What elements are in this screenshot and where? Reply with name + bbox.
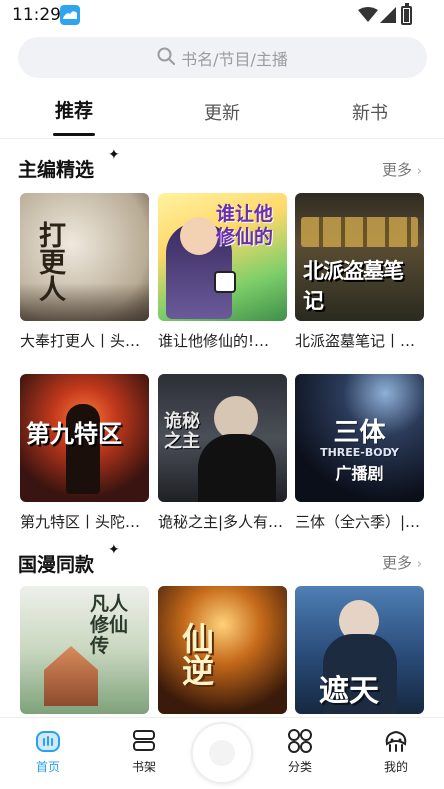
cover-title: 遮天 (319, 674, 379, 709)
home-icon (36, 731, 60, 752)
book-card[interactable]: 打更人 大奉打更人丨头… (20, 193, 150, 351)
chevron-right-icon: › (416, 164, 422, 179)
book-card[interactable]: 谁让他修仙的 谁让他修仙的!… (158, 193, 288, 351)
cover-subtitle: THREE-BODY (320, 446, 399, 459)
category-icon (288, 729, 312, 753)
book-card[interactable]: 第九特区 第九特区丨头陀… (20, 374, 150, 532)
battery-icon (401, 3, 412, 25)
book-title: 北派盗墓笔记丨… (295, 332, 416, 350)
book-cover: 遮天 (295, 586, 424, 714)
book-cover: 谁让他修仙的 (158, 193, 287, 321)
more-link-editor-picks[interactable]: 更多 › (382, 159, 422, 180)
cover-title: 打更人 (34, 221, 65, 302)
more-link-guoman[interactable]: 更多 › (382, 552, 422, 573)
nav-label: 书架 (131, 760, 156, 774)
section-title-editor-picks: 主编精选 (18, 155, 106, 182)
book-title: 三体（全六季）|… (295, 513, 421, 531)
nav-label: 首页 (35, 760, 60, 774)
book-title: 第九特区丨头陀… (20, 513, 141, 531)
status-bar: 11:29 (0, 0, 444, 32)
cover-title: 谁让他修仙的 (216, 203, 274, 248)
status-time: 11:29 (12, 5, 61, 25)
wifi-icon (358, 7, 378, 27)
tabs-divider (0, 138, 444, 139)
nav-label: 我的 (383, 760, 408, 774)
search-bar[interactable]: 书名/节目/主播 (18, 37, 427, 78)
profile-icon (385, 730, 407, 752)
cover-subtitle-2: 广播剧 (335, 464, 384, 483)
tab-active-indicator (53, 133, 95, 136)
book-title: 大奉打更人丨头… (20, 332, 141, 350)
more-label: 更多 (382, 161, 413, 179)
play-disc-icon (209, 740, 235, 766)
book-card[interactable]: 北派盗墓笔记 北派盗墓笔记丨… (295, 193, 425, 351)
book-title: 谁让他修仙的!… (158, 332, 270, 350)
search-placeholder: 书名/节目/主播 (181, 49, 288, 69)
tab-recommend[interactable]: 推荐 (55, 96, 93, 123)
more-label: 更多 (382, 554, 413, 572)
book-card[interactable]: 三体 THREE-BODY 广播剧 三体（全六季）|… (295, 374, 425, 532)
cover-title: 北派盗墓笔记 (303, 259, 404, 313)
book-cover: 打更人 (20, 193, 149, 321)
nav-profile[interactable]: 我的 (366, 728, 426, 775)
chevron-right-icon: › (416, 557, 422, 572)
book-cover: 三体 THREE-BODY 广播剧 (295, 374, 424, 502)
cover-title: 第九特区 (26, 420, 122, 448)
sparkle-icon: ✦ (108, 147, 120, 163)
cover-title: 仙逆 (177, 622, 215, 686)
book-cover: 凡人修仙传 (20, 586, 149, 714)
cover-title: 凡人修仙传 (90, 593, 129, 657)
book-card[interactable]: 遮天 (295, 586, 425, 714)
section-title-text: 国漫同款 (18, 554, 95, 576)
book-card[interactable]: 仙逆 (158, 586, 288, 714)
app-notification-icon (60, 5, 80, 25)
section-title-text: 主编精选 (18, 159, 95, 181)
book-cover: 仙逆 (158, 586, 287, 714)
signal-icon (380, 7, 396, 27)
cover-title: 三体 (333, 418, 386, 448)
search-icon (157, 47, 176, 69)
nav-label: 分类 (287, 760, 312, 774)
book-cover: 诡秘之主 (158, 374, 287, 502)
bookshelf-icon (133, 730, 155, 751)
tab-new-books[interactable]: 新书 (352, 99, 388, 125)
sparkle-icon: ✦ (108, 542, 120, 558)
player-button[interactable] (191, 722, 253, 784)
section-title-guoman: 国漫同款 (18, 550, 106, 577)
book-cover: 第九特区 (20, 374, 149, 502)
nav-category[interactable]: 分类 (270, 728, 330, 775)
top-tabs: 推荐 更新 新书 (0, 96, 444, 138)
book-cover: 北派盗墓笔记 (295, 193, 424, 321)
book-card[interactable]: 凡人修仙传 (20, 586, 150, 714)
tab-updates[interactable]: 更新 (204, 99, 240, 125)
nav-bookshelf[interactable]: 书架 (114, 728, 174, 775)
nav-home[interactable]: 首页 (18, 728, 78, 775)
book-title: 诡秘之主|多人有… (158, 513, 284, 531)
cover-title: 诡秘之主 (164, 411, 200, 452)
book-card[interactable]: 诡秘之主 诡秘之主|多人有… (158, 374, 288, 532)
